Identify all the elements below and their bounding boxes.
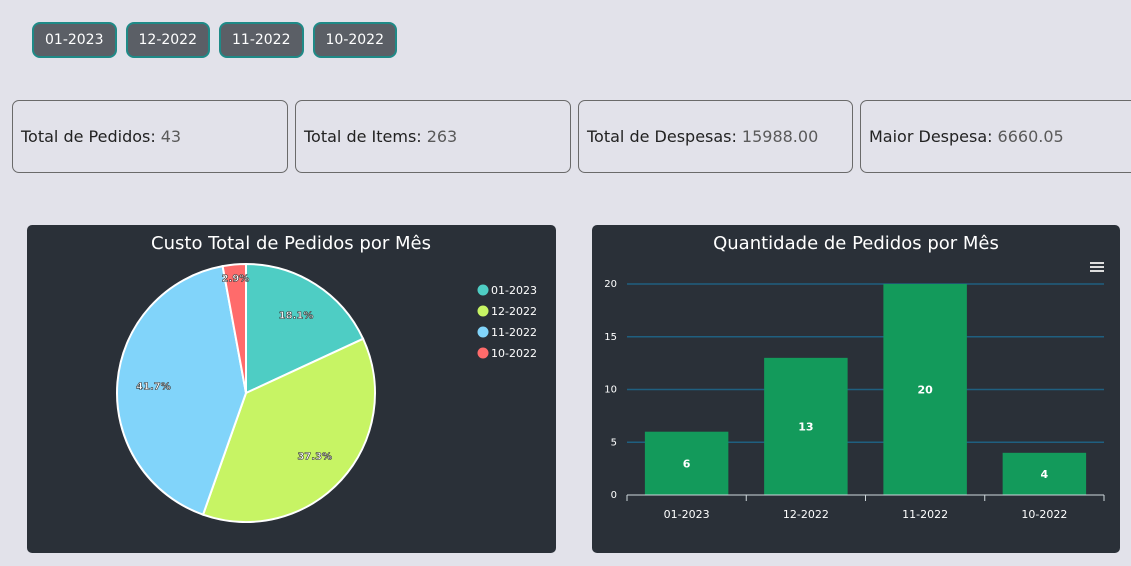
x-tick-label: 10-2022: [1021, 508, 1067, 521]
bar-value-label: 4: [1041, 468, 1049, 481]
max-expense-card: Maior Despesa: 6660.05: [860, 100, 1131, 173]
filter-11-2022-button[interactable]: 11-2022: [219, 22, 304, 58]
pie-chart-title: Custo Total de Pedidos por Mês: [151, 233, 431, 254]
y-tick-label: 5: [611, 437, 617, 448]
y-tick-label: 10: [604, 385, 617, 396]
hamburger-menu-icon[interactable]: [1090, 262, 1104, 272]
filter-12-2022-button[interactable]: 12-2022: [125, 22, 210, 58]
y-tick-label: 15: [604, 332, 617, 343]
x-tick-label: 01-2023: [664, 508, 710, 521]
legend-item-10-2022[interactable]: 10-2022: [491, 347, 537, 360]
total-orders-value: 43: [160, 127, 182, 146]
filter-01-2023-button[interactable]: 01-2023: [32, 22, 117, 58]
legend-marker-12-2022: [477, 305, 489, 317]
pie-data-label: 2.9%: [222, 273, 250, 284]
total-items-card: Total de Items: 263: [295, 100, 571, 173]
legend-item-12-2022[interactable]: 12-2022: [491, 305, 537, 318]
total-orders-label: Total de Pedidos:: [21, 127, 156, 146]
max-expense-value: 6660.05: [997, 127, 1064, 146]
filter-10-2022-button[interactable]: 10-2022: [312, 22, 397, 58]
legend-marker-11-2022: [477, 326, 489, 338]
bar-value-label: 20: [917, 384, 933, 397]
pie-data-label: 37.3%: [297, 452, 332, 463]
bar-value-label: 6: [683, 457, 691, 470]
x-tick-label: 11-2022: [902, 508, 948, 521]
total-expenses-value: 15988.00: [741, 127, 819, 146]
bar-chart-card: Quantidade de Pedidos por Mês 6 13 20 4 0 5 1…: [592, 225, 1120, 553]
total-expenses-card: Total de Despesas: 15988.00: [578, 100, 853, 173]
pie-chart: Custo Total de Pedidos por Mês 18.1% 37.3…: [116, 233, 537, 523]
y-tick-label: 0: [611, 490, 617, 501]
legend-marker-01-2023: [477, 284, 489, 296]
x-tick-label: 12-2022: [783, 508, 829, 521]
legend-item-11-2022[interactable]: 11-2022: [491, 326, 537, 339]
total-items-label: Total de Items:: [304, 127, 422, 146]
legend-item-01-2023[interactable]: 01-2023: [491, 284, 537, 297]
total-items-value: 263: [426, 127, 458, 146]
legend-marker-10-2022: [477, 347, 489, 359]
bar-chart-title: Quantidade de Pedidos por Mês: [713, 233, 999, 254]
max-expense-label: Maior Despesa:: [869, 127, 993, 146]
total-expenses-label: Total de Despesas:: [587, 127, 737, 146]
total-orders-card: Total de Pedidos: 43: [12, 100, 288, 173]
pie-data-label: 41.7%: [136, 382, 171, 393]
period-filters: 01-2023 12-2022 11-2022 10-2022: [32, 22, 397, 58]
pie-chart-card: Custo Total de Pedidos por Mês 18.1% 37.3…: [27, 225, 556, 553]
pie-data-label: 18.1%: [279, 311, 314, 322]
y-tick-label: 20: [604, 279, 617, 290]
bar-chart: Quantidade de Pedidos por Mês 6 13 20 4 0 5 1…: [604, 233, 1105, 521]
bar-value-label: 13: [798, 420, 813, 433]
